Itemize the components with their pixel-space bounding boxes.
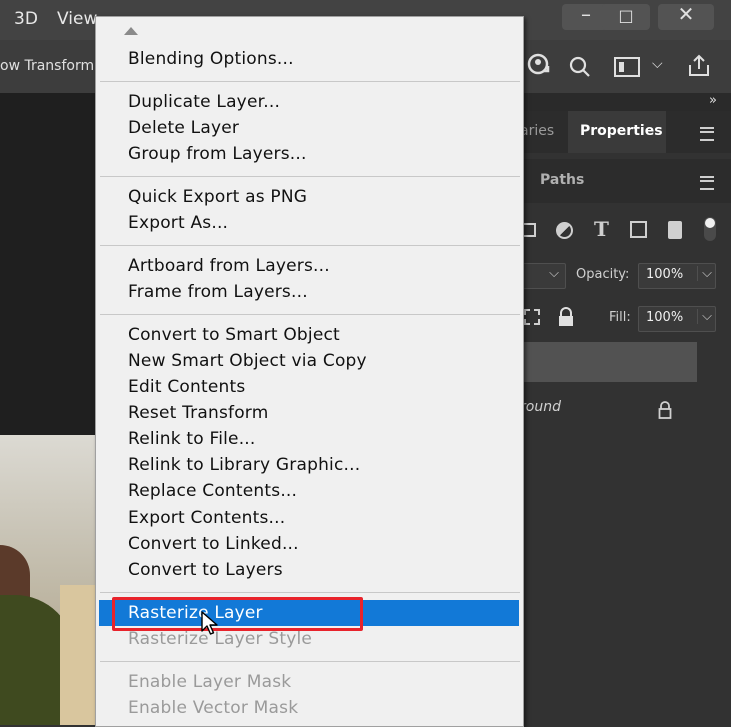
menu-item-artboard-from-layers[interactable]: Artboard from Layers... [128, 256, 330, 276]
panel-menu-icon[interactable] [700, 127, 714, 141]
layer-row-background[interactable]: round [520, 389, 731, 431]
opacity-field[interactable]: 100% ⌵ [638, 263, 716, 289]
chevron-down-icon[interactable]: ⌵ [697, 266, 712, 281]
fill-label: Fill: [609, 310, 631, 325]
blend-mode-dropdown[interactable]: ⌵ [520, 263, 566, 289]
menu-item-blending-options[interactable]: Blending Options... [128, 49, 294, 69]
menu-item-replace-contents[interactable]: Replace Contents... [128, 481, 297, 501]
menu-item-enable-vector-mask[interactable]: Enable Vector Mask [128, 698, 298, 718]
canvas-photo [0, 435, 95, 725]
chevron-down-icon: ⌵ [549, 266, 559, 281]
layer-name: round [520, 399, 561, 415]
menu-item-frame-from-layers[interactable]: Frame from Layers... [128, 282, 308, 302]
lock-icon [658, 401, 672, 423]
menu-separator [100, 245, 520, 246]
lock-icon[interactable] [558, 307, 574, 331]
menu-item-relink-to-file[interactable]: Relink to File... [128, 429, 256, 449]
annotation-highlight-box [112, 597, 363, 631]
menu-item-delete-layer[interactable]: Delete Layer [128, 118, 239, 138]
type-filter-icon[interactable]: T [594, 217, 609, 241]
tab-properties[interactable]: Properties [580, 123, 663, 139]
scroll-up-icon[interactable] [124, 27, 138, 35]
chevron-down-icon[interactable]: ⌵ [652, 56, 663, 72]
show-transform-label[interactable]: ow Transform [0, 58, 94, 74]
menu-item-group-from-layers[interactable]: Group from Layers... [128, 144, 307, 164]
smart-object-filter-icon[interactable] [668, 221, 682, 239]
properties-tab-strip: aries Properties [520, 111, 731, 153]
close-icon: ✕ [677, 2, 695, 26]
menu-separator [100, 314, 520, 315]
menu-item-edit-contents[interactable]: Edit Contents [128, 377, 245, 397]
adjustment-filter-icon[interactable] [556, 222, 573, 239]
menu-item-enable-layer-mask[interactable]: Enable Layer Mask [128, 672, 291, 692]
shape-filter-icon[interactable] [630, 221, 647, 238]
document-canvas[interactable] [0, 93, 95, 725]
filter-toggle-icon[interactable] [704, 217, 716, 241]
menu-item-convert-to-layers[interactable]: Convert to Layers [128, 560, 283, 580]
tab-paths[interactable]: Paths [540, 172, 584, 188]
maximize-icon: □ [618, 6, 634, 25]
opacity-label: Opacity: [576, 267, 630, 282]
collapse-panel-icon[interactable]: » [709, 93, 717, 108]
maximize-button[interactable]: □ [602, 4, 650, 30]
mouse-cursor-icon [201, 611, 219, 641]
menu-item-export-as[interactable]: Export As... [128, 213, 228, 233]
menu-item-convert-to-smart-object[interactable]: Convert to Smart Object [128, 325, 340, 345]
menu-item-convert-to-linked[interactable]: Convert to Linked... [128, 534, 299, 554]
workspace-icon[interactable] [614, 57, 640, 81]
menu-item-relink-to-library-graphic[interactable]: Relink to Library Graphic... [128, 455, 360, 475]
menu-separator [100, 661, 520, 662]
share-icon[interactable] [686, 53, 712, 83]
image-filter-icon[interactable] [522, 223, 536, 237]
opacity-value[interactable]: 100% [646, 267, 683, 282]
layer-context-menu: Blending Options... Duplicate Layer... D… [95, 16, 524, 727]
menu-view[interactable]: View [57, 9, 97, 29]
fill-value[interactable]: 100% [646, 310, 683, 325]
menu-3d[interactable]: 3D [14, 9, 38, 29]
menu-item-quick-export-png[interactable]: Quick Export as PNG [128, 187, 307, 207]
chevron-down-icon[interactable]: ⌵ [697, 309, 712, 324]
menu-separator [100, 81, 520, 82]
menu-item-export-contents[interactable]: Export Contents... [128, 508, 285, 528]
menu-item-new-smart-object-via-copy[interactable]: New Smart Object via Copy [128, 351, 367, 371]
menu-separator [100, 592, 520, 593]
menu-item-rasterize-layer-style[interactable]: Rasterize Layer Style [128, 629, 312, 649]
layer-filter-row: T [520, 217, 731, 249]
layer-row-selected[interactable] [520, 342, 697, 382]
user-icon[interactable] [526, 53, 552, 83]
search-icon[interactable] [568, 55, 592, 83]
menu-item-duplicate-layer[interactable]: Duplicate Layer... [128, 92, 280, 112]
panel-collapse-strip: » [520, 93, 731, 111]
lock-artboard-icon[interactable] [524, 309, 540, 325]
fill-field[interactable]: 100% ⌵ [638, 306, 716, 332]
properties-panel: » aries Properties Paths T ⌵ Opacity: 10… [520, 93, 731, 725]
menu-separator [100, 176, 520, 177]
close-button[interactable]: ✕ [658, 2, 714, 30]
layers-menu-icon[interactable] [700, 176, 714, 190]
tab-libraries[interactable]: aries [520, 123, 554, 139]
layers-tab-strip: Paths [520, 159, 731, 203]
menu-item-reset-transform[interactable]: Reset Transform [128, 403, 268, 423]
